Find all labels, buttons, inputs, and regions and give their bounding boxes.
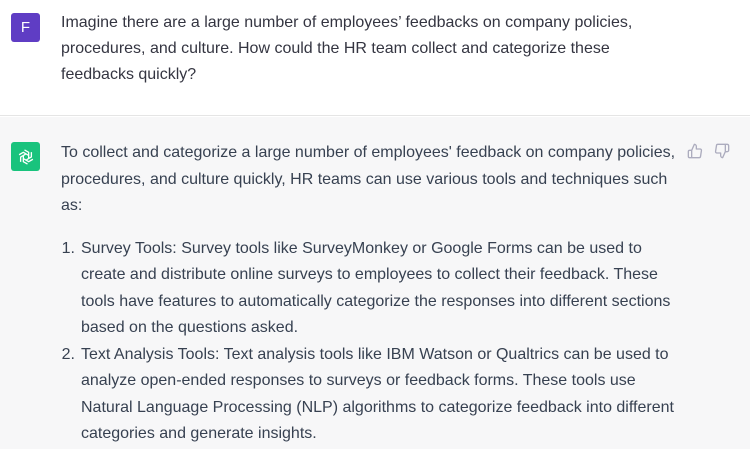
list-item-number: 1. <box>61 239 75 257</box>
assistant-message-body: To collect and categorize a large number… <box>61 140 681 448</box>
numbered-list: 1. Survey Tools: Survey tools like Surve… <box>61 236 681 448</box>
user-message-row: F Imagine there are a large number of em… <box>0 0 750 116</box>
list-item-text: Text Analysis Tools: Text analysis tools… <box>81 345 674 443</box>
assistant-intro-paragraph: To collect and categorize a large number… <box>61 144 676 214</box>
list-item-number: 2. <box>61 345 75 363</box>
feedback-buttons <box>687 143 730 159</box>
assistant-message-row: To collect and categorize a large number… <box>0 117 750 449</box>
user-message-text: Imagine there are a large number of empl… <box>61 14 633 83</box>
user-avatar: F <box>11 13 40 42</box>
list-item: 1. Survey Tools: Survey tools like Surve… <box>61 236 681 342</box>
openai-logo-icon <box>11 142 40 171</box>
thumbs-up-icon[interactable] <box>687 143 703 159</box>
thumbs-down-icon[interactable] <box>714 143 730 159</box>
list-item: 2. Text Analysis Tools: Text analysis to… <box>61 342 681 448</box>
list-item-text: Survey Tools: Survey tools like SurveyMo… <box>81 239 671 337</box>
